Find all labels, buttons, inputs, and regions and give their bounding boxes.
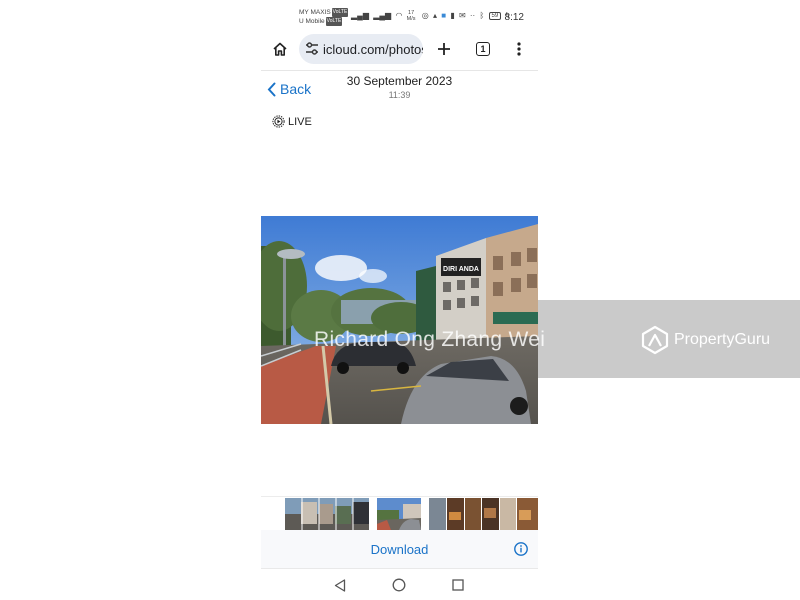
signal-1-icon: ▂▄▆ — [351, 11, 369, 20]
status-icons: ▂▄▆ ▂▄▆ ◠ 17 M/s ◎ ▴ ■ ▮ ✉ ·· ᛒ 59 ϟ — [351, 10, 512, 22]
wifi-icon: ◠ — [395, 11, 403, 20]
nav-recents-icon[interactable] — [449, 576, 467, 594]
more-notifications-icon: ·· — [469, 11, 476, 20]
carrier-1-name: MY MAXIS — [299, 9, 331, 16]
home-icon[interactable] — [265, 32, 295, 66]
propertyguru-logo-icon — [641, 325, 669, 355]
whatsapp-icon: ◎ — [421, 11, 429, 20]
download-button[interactable]: Download — [261, 542, 538, 557]
browser-toolbar: icloud.com/photos 1 — [261, 32, 538, 68]
sim-icon: ▮ — [450, 11, 455, 20]
live-photo-icon — [272, 115, 285, 128]
tabs-icon[interactable]: 1 — [468, 32, 498, 66]
photo-date: 30 September 2023 — [346, 74, 453, 88]
network-speed: 17 M/s — [407, 10, 418, 22]
carrier-1-volte-badge: VoLTE — [331, 8, 349, 17]
photo-time: 11:39 — [388, 90, 411, 100]
thumbnail-group-2[interactable] — [429, 498, 538, 530]
status-bar: MY MAXIS VoLTE U Mobile VoLTE ▂▄▆ ▂▄▆ ◠ 17… — [261, 6, 538, 28]
live-photo-badge[interactable]: LIVE — [272, 115, 312, 128]
toolbar-divider — [261, 70, 538, 71]
tune-icon[interactable] — [305, 41, 319, 57]
notification-icon: ▴ — [432, 11, 437, 20]
signal-2-icon: ▂▄▆ — [373, 11, 392, 20]
mail-icon: ✉ — [458, 11, 466, 20]
url-text: icloud.com/photos — [323, 42, 423, 57]
carriers: MY MAXIS VoLTE U Mobile VoLTE — [299, 8, 349, 26]
plus-icon[interactable] — [429, 32, 459, 66]
watermark-brand: PropertyGuru — [674, 331, 771, 348]
android-nav-bar — [261, 572, 538, 598]
live-label: LIVE — [288, 115, 312, 128]
carrier-2-volte-badge: VoLTE — [325, 17, 343, 26]
main-photo[interactable]: DIRI ANDA — [261, 216, 538, 424]
speed-unit: M/s — [406, 16, 416, 22]
bottom-bar: Download — [261, 530, 538, 569]
phone-screen: MY MAXIS VoLTE U Mobile VoLTE ▂▄▆ ▂▄▆ ◠ 17… — [261, 0, 538, 600]
watermark-owner: Richard Ong Zhang Wei — [314, 328, 546, 351]
thumbnail-selected[interactable] — [377, 498, 421, 530]
info-icon[interactable] — [514, 542, 528, 556]
carrier-2-name: U Mobile — [299, 18, 325, 25]
storefront-sign: DIRI ANDA — [443, 266, 479, 273]
more-vert-icon[interactable] — [504, 32, 534, 66]
nav-back-icon[interactable] — [331, 576, 349, 594]
app-icon: ■ — [441, 11, 447, 20]
nav-home-icon[interactable] — [390, 576, 408, 594]
tab-count: 1 — [476, 42, 490, 56]
thumbnail-strip[interactable] — [261, 496, 538, 531]
status-time: 8:12 — [504, 12, 524, 23]
battery-icon: 59 — [488, 12, 502, 20]
thumbnail-group-1[interactable] — [285, 498, 369, 530]
address-bar[interactable]: icloud.com/photos — [299, 34, 423, 64]
bluetooth-icon: ᛒ — [479, 11, 485, 20]
